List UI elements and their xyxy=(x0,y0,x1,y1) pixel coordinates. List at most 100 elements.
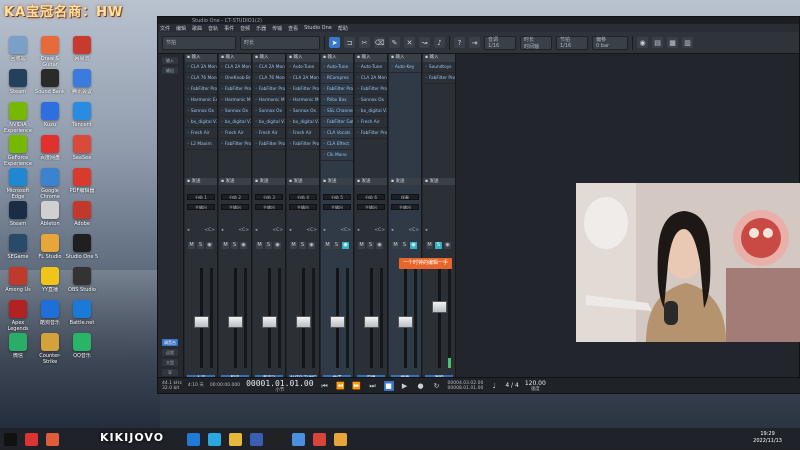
menu-item[interactable]: 音频 xyxy=(240,25,250,32)
insert-slot[interactable]: ◦ Sonnox Ox xyxy=(287,106,319,117)
solo-button[interactable]: S xyxy=(197,242,204,249)
insert-slot[interactable]: ◦ FabFilter Pro xyxy=(185,84,217,95)
insert-slot[interactable]: ◦ CLA 76 Mono xyxy=(253,73,285,84)
insert-slot[interactable]: ◦ Soundtoys xyxy=(423,62,455,73)
insert-slot[interactable]: ◦ bx_digital V3 xyxy=(219,117,251,128)
mute-button[interactable]: M xyxy=(290,242,297,249)
solo-button[interactable]: S xyxy=(435,242,442,249)
insert-slot[interactable]: ◦ CLA 76 Mono xyxy=(185,73,217,84)
insert-slot[interactable]: ◦ CLA 2A Mono xyxy=(253,62,285,73)
volume-fader[interactable] xyxy=(330,316,345,329)
insert-slot[interactable]: ◦ Fresh Air xyxy=(287,128,319,139)
mute-button[interactable]: M xyxy=(222,242,229,249)
desktop-icon[interactable]: Microsoft Edge xyxy=(2,168,34,200)
solo-button[interactable]: S xyxy=(401,242,408,249)
volume-fader[interactable] xyxy=(296,316,311,329)
mixer-left-button[interactable]: 大型 xyxy=(162,359,178,366)
mute-button[interactable]: M xyxy=(392,242,399,249)
pan-control[interactable]: ◂ <C> xyxy=(221,228,249,234)
menu-item[interactable]: 编辑 xyxy=(176,25,186,32)
output-selector[interactable]: 主输出 xyxy=(289,204,317,210)
insert-header[interactable]: ▪ 输入 xyxy=(321,54,353,62)
insert-slot[interactable]: ◦ FabFilter Pro xyxy=(219,84,251,95)
douyin-icon[interactable] xyxy=(4,432,17,446)
bend-tool-icon[interactable]: ↝ xyxy=(419,37,430,48)
mixer-left-button[interactable]: 输入 xyxy=(162,57,178,64)
insert-slot[interactable]: ◦ Fresh Air xyxy=(253,128,285,139)
desktop-icon[interactable]: Among Us xyxy=(2,267,34,293)
monitor-button[interactable]: ◉ xyxy=(444,242,451,249)
mixer-channel-strip[interactable]: ▪ 输入 ◦ Auto-Tune ◦ RCompres ◦ FabFilter Pro… xyxy=(321,54,354,384)
loop-icon[interactable]: ■ xyxy=(383,380,394,391)
insert-slot[interactable]: ◦ CLA 2A Mono xyxy=(355,73,387,84)
desktop-icon[interactable]: 腾讯会议 xyxy=(66,69,98,95)
desktop-icon[interactable]: QQ音乐 xyxy=(66,333,98,359)
insert-slot[interactable]: ◦ Sonnox Ox xyxy=(219,106,251,117)
pan-control[interactable]: ◂ <C> xyxy=(187,228,215,234)
desktop-icon[interactable]: Counter-Strike xyxy=(34,333,66,365)
split-tool-icon[interactable]: ✂ xyxy=(359,37,370,48)
mixer-channel-strip[interactable]: ▪ 输入 ◦ Auto-Tune ◦ CLA 2A Mono ◦ FabFilter … xyxy=(355,54,388,384)
insert-slot[interactable]: ◦ Harmonic M xyxy=(287,95,319,106)
desktop-icon[interactable]: 网易云 xyxy=(66,36,98,62)
desktop-icon[interactable]: OBS Studio xyxy=(66,267,98,293)
insert-slot[interactable]: ◦ Sonnox Ox xyxy=(253,106,285,117)
mixer-left-button[interactable]: 远程 xyxy=(162,349,178,356)
menu-item[interactable]: 事件 xyxy=(224,25,234,32)
insert-slot[interactable]: ◦ Auto-Tune xyxy=(287,62,319,73)
range-tool-icon[interactable]: ⊐ xyxy=(344,37,355,48)
insert-slot[interactable]: ◦ Harmonic M xyxy=(253,95,285,106)
cycle-icon[interactable]: ↻ xyxy=(432,381,442,391)
mixer-channel-strip[interactable]: ▪ 输入 ◦ Auto-Tune ◦ CLA 2A Mono ◦ FabFilter … xyxy=(287,54,320,384)
volume-fader[interactable] xyxy=(262,316,277,329)
send-header[interactable]: ▪ 发送 xyxy=(219,178,251,185)
output-selector[interactable]: 主输出 xyxy=(357,204,385,210)
desktop-icon[interactable]: 回收站 xyxy=(2,36,34,62)
insert-slot[interactable]: ◦ bx_digital V3 xyxy=(253,117,285,128)
volume-fader[interactable] xyxy=(364,316,379,329)
menu-item[interactable]: 乐器 xyxy=(256,25,266,32)
desktop-icon[interactable]: 百度网盘 xyxy=(34,135,66,161)
send-header[interactable]: ▪ 发送 xyxy=(185,178,217,185)
solo-button[interactable]: S xyxy=(299,242,306,249)
monitor-button[interactable]: ◉ xyxy=(308,242,315,249)
input-selector[interactable]: 分轨 5 xyxy=(323,194,351,200)
insert-slot[interactable]: ◦ CLA 2A Mono xyxy=(219,62,251,73)
tempo-block[interactable]: 120.00 速度 xyxy=(525,380,546,392)
insert-slot[interactable]: ◦ CLA 2A Mono xyxy=(287,73,319,84)
desktop-icon[interactable]: Kuzu xyxy=(34,102,66,128)
pan-control[interactable]: ◂ <C> xyxy=(255,228,283,234)
rewind-icon[interactable]: ⏪ xyxy=(336,381,346,391)
monitor-button[interactable]: ◉ xyxy=(206,242,213,249)
input-selector[interactable]: 分轨 2 xyxy=(221,194,249,200)
desktop-icon[interactable]: 酷狗音乐 xyxy=(34,300,66,326)
forward-end-icon[interactable]: ⏭ xyxy=(368,381,378,391)
insert-slot[interactable]: ◦ CLA Vocals xyxy=(321,128,353,139)
send-header[interactable]: ▪ 发送 xyxy=(253,178,285,185)
insert-slot[interactable]: ◦ Fresh Air xyxy=(185,128,217,139)
desktop-icon[interactable]: Sound Bank xyxy=(34,69,66,95)
mute-button[interactable]: M xyxy=(188,242,195,249)
desktop-icon[interactable]: YY直播 xyxy=(34,267,66,293)
pan-control[interactable]: ◂ xyxy=(425,228,453,234)
insert-slot[interactable]: ◦ SSL Channel xyxy=(321,106,353,117)
insert-slot[interactable]: ◦ FabFilter Pro xyxy=(219,139,251,150)
edge-icon[interactable] xyxy=(208,432,221,446)
insert-slot[interactable]: ◦ bx_digital V3 xyxy=(355,106,387,117)
send-header[interactable]: ▪ 发送 xyxy=(423,178,455,185)
mute-tool-icon[interactable]: ✕ xyxy=(404,37,415,48)
pan-control[interactable]: ◂ <C> xyxy=(289,228,317,234)
paint-tool-icon[interactable]: ✎ xyxy=(389,37,400,48)
offset-field[interactable]: 偏移 0 bar xyxy=(592,35,628,50)
mixer-channel-strip[interactable]: ▪ 输入◦ Auto-Key▪ 发送伴奏主输出◂<C>MS◉伴奏 xyxy=(389,54,422,384)
insert-slot[interactable]: ◦ RCompres xyxy=(321,73,353,84)
monitor-button[interactable]: ◉ xyxy=(342,242,349,249)
monitor-button[interactable]: ◉ xyxy=(410,242,417,249)
insert-slot[interactable]: ◦ Auto-Tune xyxy=(321,62,353,73)
solo-button[interactable]: S xyxy=(333,242,340,249)
metronome-icon[interactable]: ♩ xyxy=(489,381,499,391)
insert-slot[interactable]: ◦ FabFilter Pro xyxy=(253,84,285,95)
insert-slot[interactable]: ◦ FabFilter Pro xyxy=(287,84,319,95)
desktop-icon[interactable]: Steam xyxy=(2,69,34,95)
solo-button[interactable]: S xyxy=(231,242,238,249)
